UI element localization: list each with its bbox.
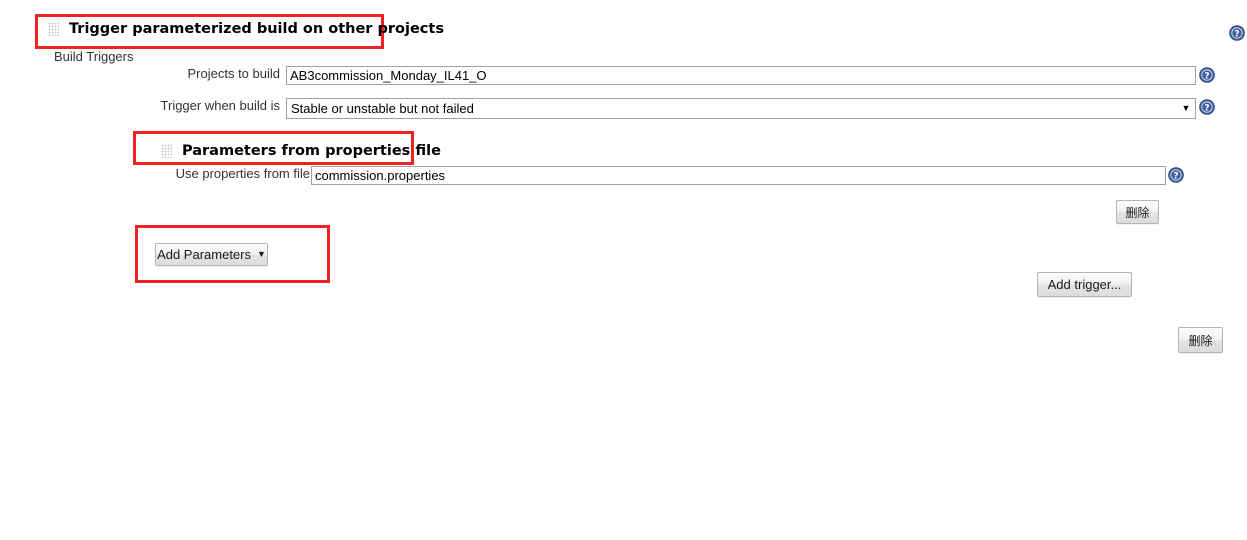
- trigger-when-build-is-label: Trigger when build is: [160, 98, 280, 113]
- delete-parameters-button[interactable]: 删除: [1116, 200, 1159, 224]
- add-trigger-button[interactable]: Add trigger...: [1037, 272, 1132, 297]
- svg-text:?: ?: [1204, 72, 1209, 82]
- parameters-from-properties-file-heading[interactable]: Parameters from properties file: [161, 143, 441, 159]
- use-properties-from-file-label: Use properties from file: [175, 166, 310, 181]
- help-icon[interactable]: ?: [1229, 25, 1245, 41]
- trigger-parameterized-build-heading-label: Trigger parameterized build on other pro…: [69, 21, 444, 37]
- projects-to-build-help-icon[interactable]: ?: [1199, 67, 1215, 83]
- trigger-parameterized-build-heading[interactable]: Trigger parameterized build on other pro…: [48, 21, 444, 37]
- trigger-when-build-is-select[interactable]: Stable or unstable but not failed ▼: [286, 98, 1196, 119]
- drag-grip-icon[interactable]: [161, 144, 172, 158]
- use-properties-from-file-help-icon[interactable]: ?: [1168, 167, 1184, 183]
- svg-text:?: ?: [1234, 30, 1239, 40]
- add-parameters-button-label: Add Parameters: [157, 247, 251, 262]
- trigger-when-build-is-value: Stable or unstable but not failed: [291, 101, 474, 116]
- build-triggers-label: Build Triggers: [54, 49, 134, 64]
- chevron-down-icon: ▼: [257, 249, 266, 259]
- projects-to-build-input[interactable]: [286, 66, 1196, 85]
- svg-text:?: ?: [1204, 104, 1209, 114]
- parameters-from-properties-file-heading-label: Parameters from properties file: [182, 143, 441, 159]
- use-properties-from-file-input[interactable]: [311, 166, 1166, 185]
- delete-trigger-button[interactable]: 删除: [1178, 327, 1223, 353]
- chevron-down-icon[interactable]: ▼: [1177, 104, 1195, 113]
- trigger-when-build-is-help-icon[interactable]: ?: [1199, 99, 1215, 115]
- add-parameters-button[interactable]: Add Parameters ▼: [155, 243, 268, 266]
- svg-text:?: ?: [1173, 172, 1178, 182]
- drag-grip-icon[interactable]: [48, 22, 59, 36]
- projects-to-build-label: Projects to build: [187, 66, 281, 81]
